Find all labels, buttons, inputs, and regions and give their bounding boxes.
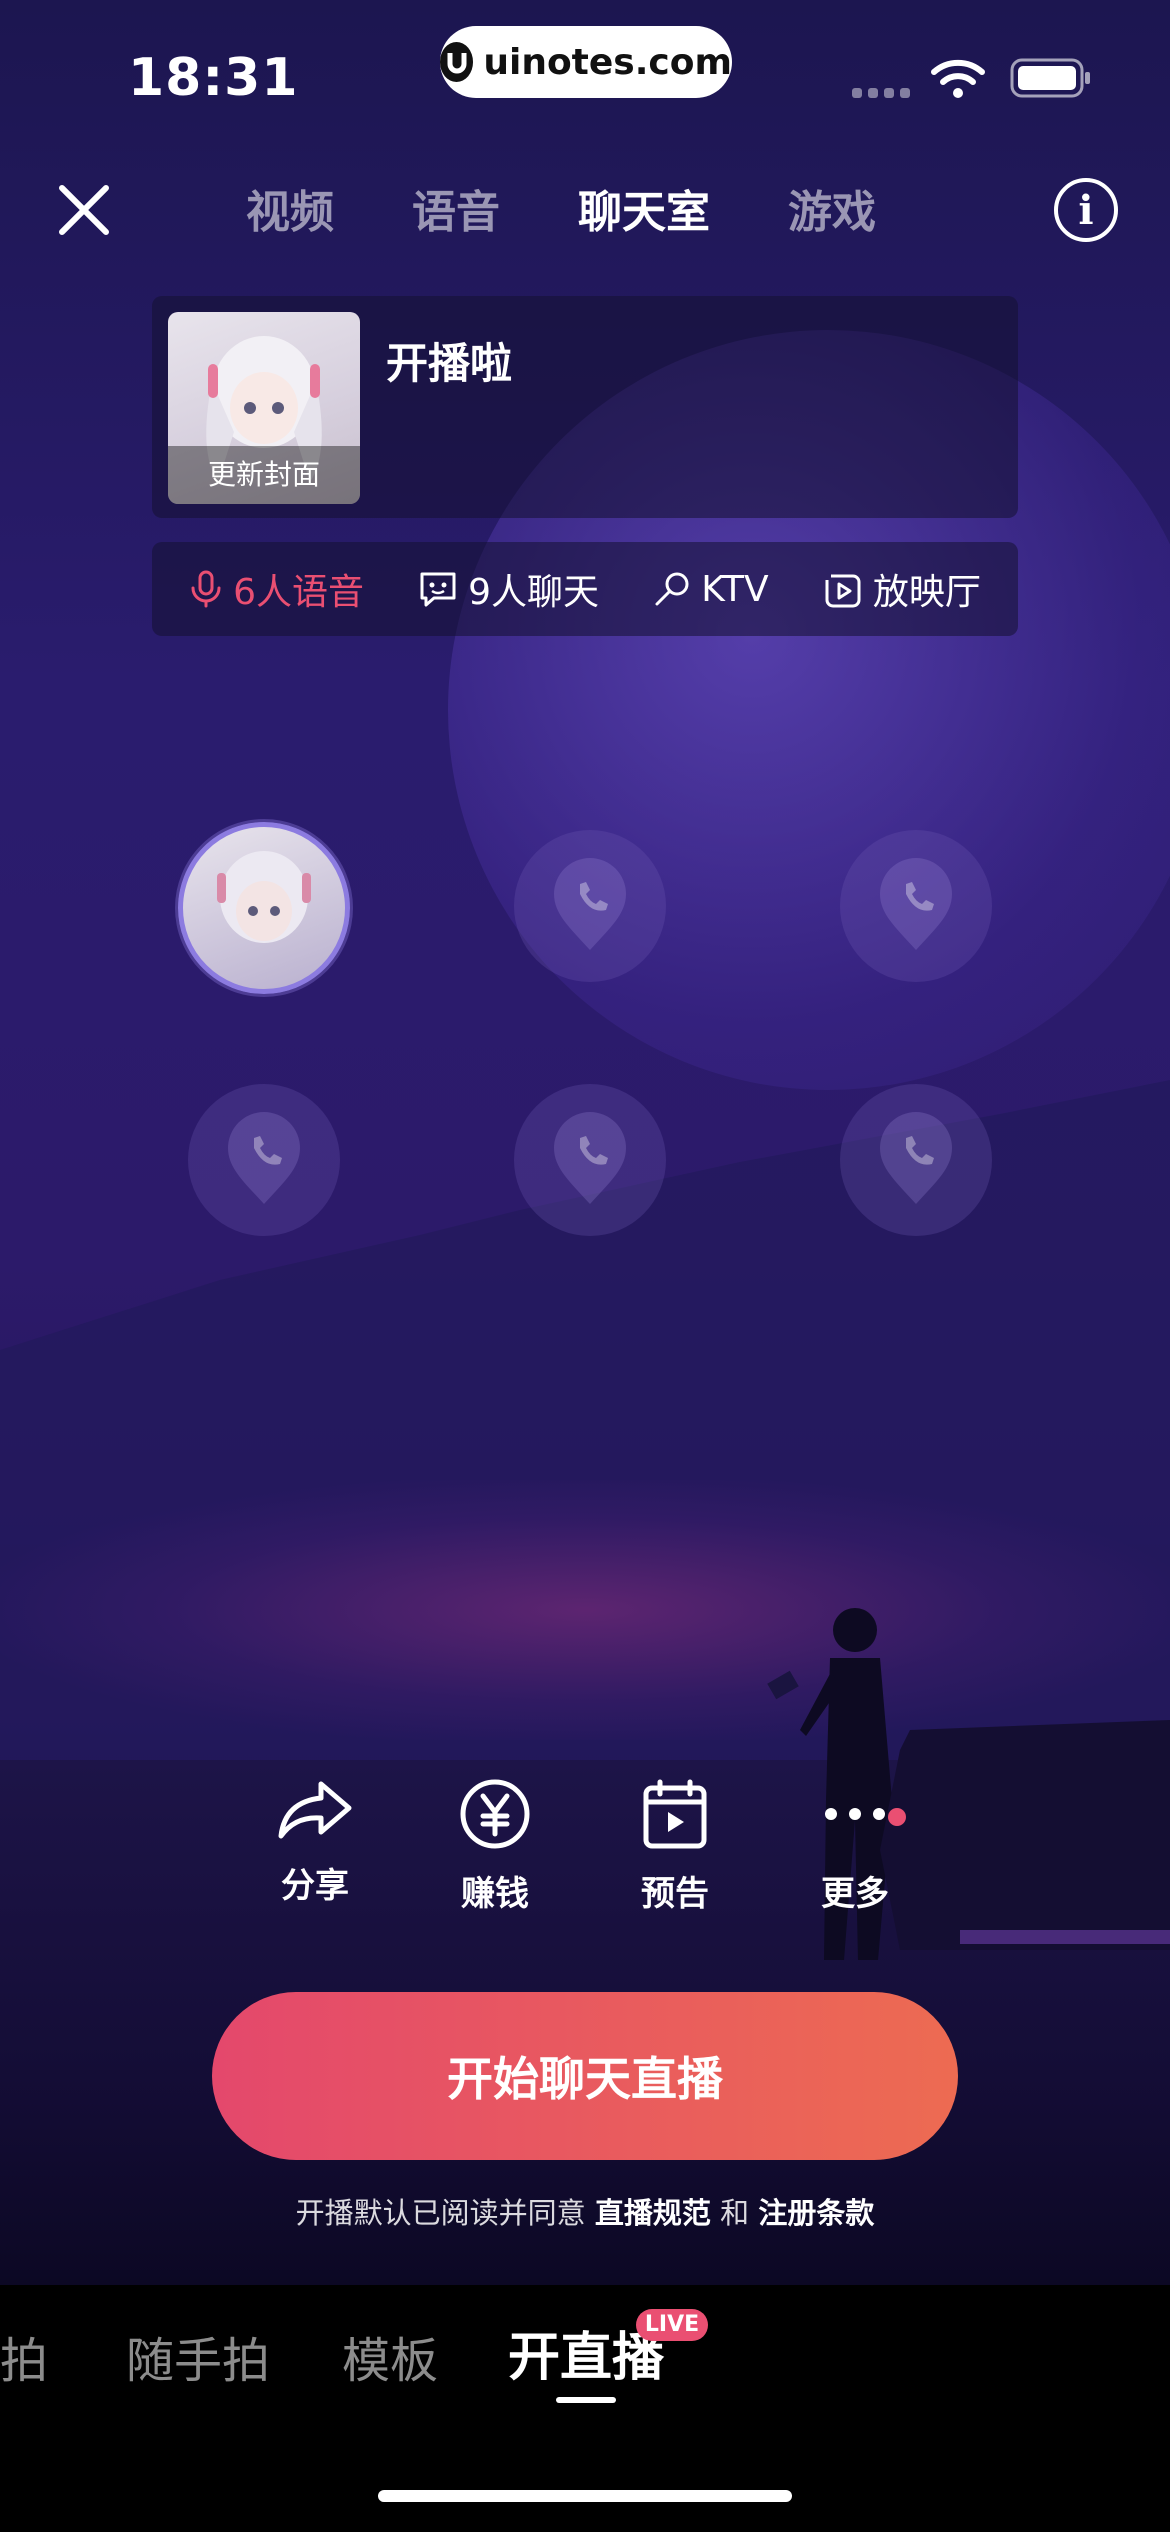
tab-video[interactable]: 视频 xyxy=(246,176,334,240)
agreement-text: 开播默认已阅读并同意 直播规范 和 注册条款 xyxy=(0,2190,1170,2232)
mode-chat-9[interactable]: 9人聊天 xyxy=(418,563,599,615)
watermark-text: uinotes.com xyxy=(483,41,732,83)
preview-label: 预告 xyxy=(641,1874,709,1914)
mode-tabs: 视频 语音 聊天室 游戏 xyxy=(246,176,954,240)
info-icon[interactable]: i xyxy=(1054,178,1118,242)
empty-seat-2[interactable] xyxy=(514,830,666,982)
more-label: 更多 xyxy=(821,1874,889,1914)
info-glyph: i xyxy=(1078,186,1094,234)
clock: 18:31 xyxy=(128,48,299,108)
seat-phone-icon xyxy=(554,858,626,950)
mode-cinema[interactable]: 放映厅 xyxy=(823,563,981,615)
live-badge: LIVE xyxy=(636,2309,708,2341)
room-mode-bar: 6人语音 9人聊天 KTV 放映厅 xyxy=(152,542,1018,636)
wifi-icon xyxy=(931,59,985,98)
mode-ktv-label: KTV xyxy=(701,568,769,610)
tab-voice[interactable]: 语音 xyxy=(412,176,500,240)
microphone-icon xyxy=(655,572,689,606)
mode-voice-label: 6人语音 xyxy=(233,572,364,613)
earn-button[interactable]: 赚钱 xyxy=(425,1778,565,1915)
seat-phone-icon xyxy=(228,1112,300,1204)
mode-ktv[interactable]: KTV xyxy=(653,568,769,610)
update-cover-label: 更新封面 xyxy=(168,446,360,504)
status-bar: 18:31 uinotes.com xyxy=(0,0,1170,150)
play-icon xyxy=(825,574,861,608)
seat-phone-icon xyxy=(880,1112,952,1204)
more-icon xyxy=(825,1808,885,1820)
close-icon[interactable] xyxy=(52,178,116,242)
host-seat-avatar[interactable] xyxy=(178,822,350,994)
start-live-button[interactable]: 开始聊天直播 xyxy=(212,1992,958,2160)
uinotes-logo-icon xyxy=(440,42,474,82)
empty-seat-4[interactable] xyxy=(188,1084,340,1236)
calendar-icon xyxy=(643,1779,707,1849)
watermark-pill: uinotes.com xyxy=(440,26,732,98)
home-indicator[interactable] xyxy=(378,2490,792,2502)
empty-seat-3[interactable] xyxy=(840,830,992,982)
agreement-middle: 和 xyxy=(710,2196,759,2230)
yuan-icon xyxy=(460,1779,530,1849)
mode-cinema-label: 放映厅 xyxy=(872,572,981,613)
room-title[interactable]: 开播啦 xyxy=(386,330,512,391)
mic-icon xyxy=(191,570,221,608)
nav-item-quick-shoot[interactable]: 随手拍 xyxy=(126,2321,270,2391)
share-button[interactable]: 分享 xyxy=(245,1778,385,1907)
live-rules-link[interactable]: 直播规范 xyxy=(595,2196,711,2230)
empty-seat-5[interactable] xyxy=(514,1084,666,1236)
mode-chat-label: 9人聊天 xyxy=(468,572,600,613)
empty-seat-6[interactable] xyxy=(840,1084,992,1236)
battery-icon xyxy=(1010,58,1090,98)
host-avatar-illustration xyxy=(217,851,311,943)
earn-label: 赚钱 xyxy=(461,1874,529,1914)
seat-phone-icon xyxy=(880,858,952,950)
seat-phone-icon xyxy=(554,1112,626,1204)
nav-item-template[interactable]: 模板 xyxy=(342,2321,438,2391)
signal-icon xyxy=(852,88,910,98)
more-button[interactable]: 更多 xyxy=(785,1778,925,1915)
share-icon xyxy=(278,1781,352,1839)
room-card: 更新封面 开播啦 xyxy=(152,296,1018,518)
terms-link[interactable]: 注册条款 xyxy=(758,2196,874,2230)
preview-button[interactable]: 预告 xyxy=(605,1778,745,1915)
agreement-prefix: 开播默认已阅读并同意 xyxy=(295,2196,595,2230)
action-row: 分享 赚钱 预告 更多 xyxy=(0,1778,1170,1918)
active-tab-indicator xyxy=(556,2397,616,2403)
nav-item-shoot[interactable]: 拍 xyxy=(0,2321,48,2391)
notification-dot xyxy=(888,1808,906,1826)
share-label: 分享 xyxy=(281,1866,349,1906)
room-cover[interactable]: 更新封面 xyxy=(168,312,360,504)
tab-chatroom[interactable]: 聊天室 xyxy=(578,176,710,240)
chat-icon xyxy=(420,572,456,607)
mode-voice-6[interactable]: 6人语音 xyxy=(189,563,364,615)
tab-game[interactable]: 游戏 xyxy=(788,176,876,240)
